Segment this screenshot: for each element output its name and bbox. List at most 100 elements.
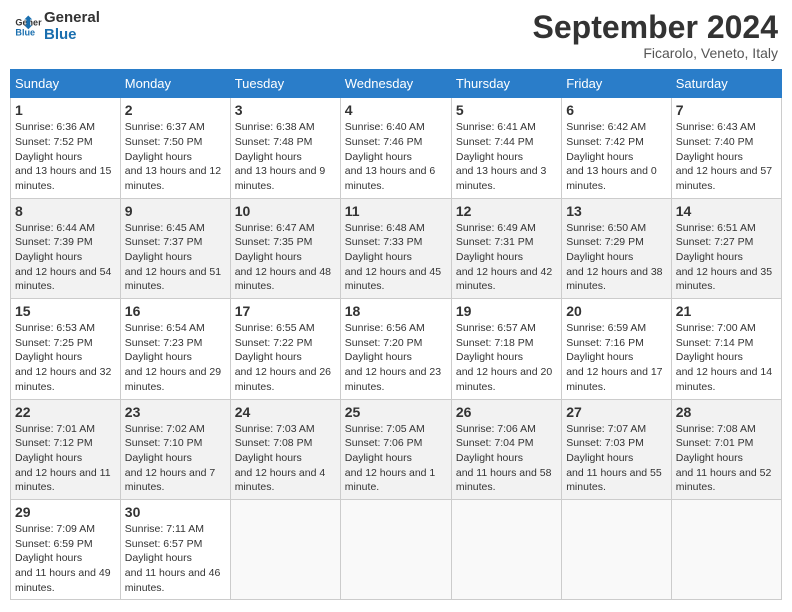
calendar-cell: 4Sunrise: 6:40 AMSunset: 7:46 PMDaylight…: [340, 98, 451, 198]
day-number: 17: [235, 303, 336, 319]
day-number: 16: [125, 303, 226, 319]
header-row: Sunday Monday Tuesday Wednesday Thursday…: [11, 70, 782, 98]
day-number: 22: [15, 404, 116, 420]
col-saturday: Saturday: [671, 70, 781, 98]
day-number: 18: [345, 303, 447, 319]
day-info: Sunrise: 7:00 AMSunset: 7:14 PMDaylight …: [676, 321, 777, 394]
day-info: Sunrise: 6:43 AMSunset: 7:40 PMDaylight …: [676, 120, 777, 193]
calendar-cell: 21Sunrise: 7:00 AMSunset: 7:14 PMDayligh…: [671, 299, 781, 399]
day-info: Sunrise: 7:06 AMSunset: 7:04 PMDaylight …: [456, 422, 557, 495]
day-info: Sunrise: 6:53 AMSunset: 7:25 PMDaylight …: [15, 321, 116, 394]
day-info: Sunrise: 7:11 AMSunset: 6:57 PMDaylight …: [125, 522, 226, 595]
calendar-cell: [451, 499, 561, 599]
page-header: General Blue General Blue September 2024…: [10, 10, 782, 61]
day-info: Sunrise: 6:36 AMSunset: 7:52 PMDaylight …: [15, 120, 116, 193]
day-info: Sunrise: 7:01 AMSunset: 7:12 PMDaylight …: [15, 422, 116, 495]
calendar-cell: 8 Sunrise: 6:44 AMSunset: 7:39 PMDaylight…: [11, 198, 121, 298]
day-number: 4: [345, 102, 447, 118]
day-number: 25: [345, 404, 447, 420]
calendar-cell: 29Sunrise: 7:09 AMSunset: 6:59 PMDayligh…: [11, 499, 121, 599]
calendar-cell: 5Sunrise: 6:41 AMSunset: 7:44 PMDaylight…: [451, 98, 561, 198]
day-number: 19: [456, 303, 557, 319]
day-info: Sunrise: 6:50 AMSunset: 7:29 PMDaylight …: [566, 221, 667, 294]
calendar-row: 22 Sunrise: 7:01 AMSunset: 7:12 PMDayligh…: [11, 399, 782, 499]
calendar-cell: 13 Sunrise: 6:50 AMSunset: 7:29 PMDayligh…: [562, 198, 672, 298]
calendar-cell: 26 Sunrise: 7:06 AMSunset: 7:04 PMDayligh…: [451, 399, 561, 499]
day-info: Sunrise: 6:41 AMSunset: 7:44 PMDaylight …: [456, 120, 557, 193]
day-number: 1: [15, 102, 116, 118]
day-info: Sunrise: 6:44 AMSunset: 7:39 PMDaylight …: [15, 221, 116, 294]
calendar-cell: 9 Sunrise: 6:45 AMSunset: 7:37 PMDaylight…: [120, 198, 230, 298]
col-friday: Friday: [562, 70, 672, 98]
day-info: Sunrise: 6:45 AMSunset: 7:37 PMDaylight …: [125, 221, 226, 294]
day-number: 12: [456, 203, 557, 219]
calendar-row: 8 Sunrise: 6:44 AMSunset: 7:39 PMDaylight…: [11, 198, 782, 298]
day-number: 30: [125, 504, 226, 520]
day-info: Sunrise: 6:38 AMSunset: 7:48 PMDaylight …: [235, 120, 336, 193]
calendar-cell: [562, 499, 672, 599]
day-info: Sunrise: 6:57 AMSunset: 7:18 PMDaylight …: [456, 321, 557, 394]
day-info: Sunrise: 6:59 AMSunset: 7:16 PMDaylight …: [566, 321, 667, 394]
calendar-cell: 1 Sunrise: 6:36 AMSunset: 7:52 PMDaylight…: [11, 98, 121, 198]
day-info: Sunrise: 6:48 AMSunset: 7:33 PMDaylight …: [345, 221, 447, 294]
calendar-cell: 17 Sunrise: 6:55 AMSunset: 7:22 PMDayligh…: [230, 299, 340, 399]
day-info: Sunrise: 7:02 AMSunset: 7:10 PMDaylight …: [125, 422, 226, 495]
day-info: Sunrise: 7:08 AMSunset: 7:01 PMDaylight …: [676, 422, 777, 495]
calendar-cell: 23Sunrise: 7:02 AMSunset: 7:10 PMDayligh…: [120, 399, 230, 499]
calendar-cell: 11 Sunrise: 6:48 AMSunset: 7:33 PMDayligh…: [340, 198, 451, 298]
calendar-cell: 25 Sunrise: 7:05 AMSunset: 7:06 PMDayligh…: [340, 399, 451, 499]
location: Ficarolo, Veneto, Italy: [533, 45, 778, 61]
day-info: Sunrise: 6:54 AMSunset: 7:23 PMDaylight …: [125, 321, 226, 394]
day-info: Sunrise: 6:55 AMSunset: 7:22 PMDaylight …: [235, 321, 336, 394]
logo: General Blue General Blue: [14, 10, 100, 43]
day-info: Sunrise: 6:51 AMSunset: 7:27 PMDaylight …: [676, 221, 777, 294]
day-number: 8: [15, 203, 116, 219]
day-info: Sunrise: 7:07 AMSunset: 7:03 PMDaylight …: [566, 422, 667, 495]
calendar-row: 15 Sunrise: 6:53 AMSunset: 7:25 PMDayligh…: [11, 299, 782, 399]
col-sunday: Sunday: [11, 70, 121, 98]
calendar-row: 29Sunrise: 7:09 AMSunset: 6:59 PMDayligh…: [11, 499, 782, 599]
col-wednesday: Wednesday: [340, 70, 451, 98]
day-number: 2: [125, 102, 226, 118]
calendar-cell: [340, 499, 451, 599]
day-info: Sunrise: 6:49 AMSunset: 7:31 PMDaylight …: [456, 221, 557, 294]
day-number: 24: [235, 404, 336, 420]
calendar-cell: 27 Sunrise: 7:07 AMSunset: 7:03 PMDayligh…: [562, 399, 672, 499]
day-info: Sunrise: 7:03 AMSunset: 7:08 PMDaylight …: [235, 422, 336, 495]
calendar-cell: 15 Sunrise: 6:53 AMSunset: 7:25 PMDayligh…: [11, 299, 121, 399]
logo-general: General: [44, 10, 100, 27]
day-info: Sunrise: 7:05 AMSunset: 7:06 PMDaylight …: [345, 422, 447, 495]
month-title: September 2024: [533, 10, 778, 45]
calendar-cell: 12 Sunrise: 6:49 AMSunset: 7:31 PMDayligh…: [451, 198, 561, 298]
calendar-body: 1 Sunrise: 6:36 AMSunset: 7:52 PMDaylight…: [11, 98, 782, 600]
calendar-cell: 16 Sunrise: 6:54 AMSunset: 7:23 PMDayligh…: [120, 299, 230, 399]
calendar-cell: 30 Sunrise: 7:11 AMSunset: 6:57 PMDayligh…: [120, 499, 230, 599]
calendar-cell: 14Sunrise: 6:51 AMSunset: 7:27 PMDayligh…: [671, 198, 781, 298]
day-number: 28: [676, 404, 777, 420]
day-number: 3: [235, 102, 336, 118]
day-info: Sunrise: 6:42 AMSunset: 7:42 PMDaylight …: [566, 120, 667, 193]
day-info: Sunrise: 6:47 AMSunset: 7:35 PMDaylight …: [235, 221, 336, 294]
day-number: 11: [345, 203, 447, 219]
calendar-cell: 20Sunrise: 6:59 AMSunset: 7:16 PMDayligh…: [562, 299, 672, 399]
logo-blue: Blue: [44, 27, 100, 44]
calendar-cell: 19 Sunrise: 6:57 AMSunset: 7:18 PMDayligh…: [451, 299, 561, 399]
day-number: 29: [15, 504, 116, 520]
calendar-cell: [230, 499, 340, 599]
title-section: September 2024 Ficarolo, Veneto, Italy: [533, 10, 778, 61]
day-number: 13: [566, 203, 667, 219]
calendar-cell: 24 Sunrise: 7:03 AMSunset: 7:08 PMDayligh…: [230, 399, 340, 499]
col-monday: Monday: [120, 70, 230, 98]
calendar-cell: 10Sunrise: 6:47 AMSunset: 7:35 PMDayligh…: [230, 198, 340, 298]
day-number: 26: [456, 404, 557, 420]
calendar-cell: 28 Sunrise: 7:08 AMSunset: 7:01 PMDayligh…: [671, 399, 781, 499]
day-number: 9: [125, 203, 226, 219]
calendar-cell: 2 Sunrise: 6:37 AMSunset: 7:50 PMDaylight…: [120, 98, 230, 198]
day-info: Sunrise: 6:56 AMSunset: 7:20 PMDaylight …: [345, 321, 447, 394]
calendar-table: Sunday Monday Tuesday Wednesday Thursday…: [10, 69, 782, 600]
day-number: 27: [566, 404, 667, 420]
day-info: Sunrise: 6:37 AMSunset: 7:50 PMDaylight …: [125, 120, 226, 193]
day-number: 15: [15, 303, 116, 319]
calendar-cell: 18 Sunrise: 6:56 AMSunset: 7:20 PMDayligh…: [340, 299, 451, 399]
logo-icon: General Blue: [14, 13, 42, 41]
